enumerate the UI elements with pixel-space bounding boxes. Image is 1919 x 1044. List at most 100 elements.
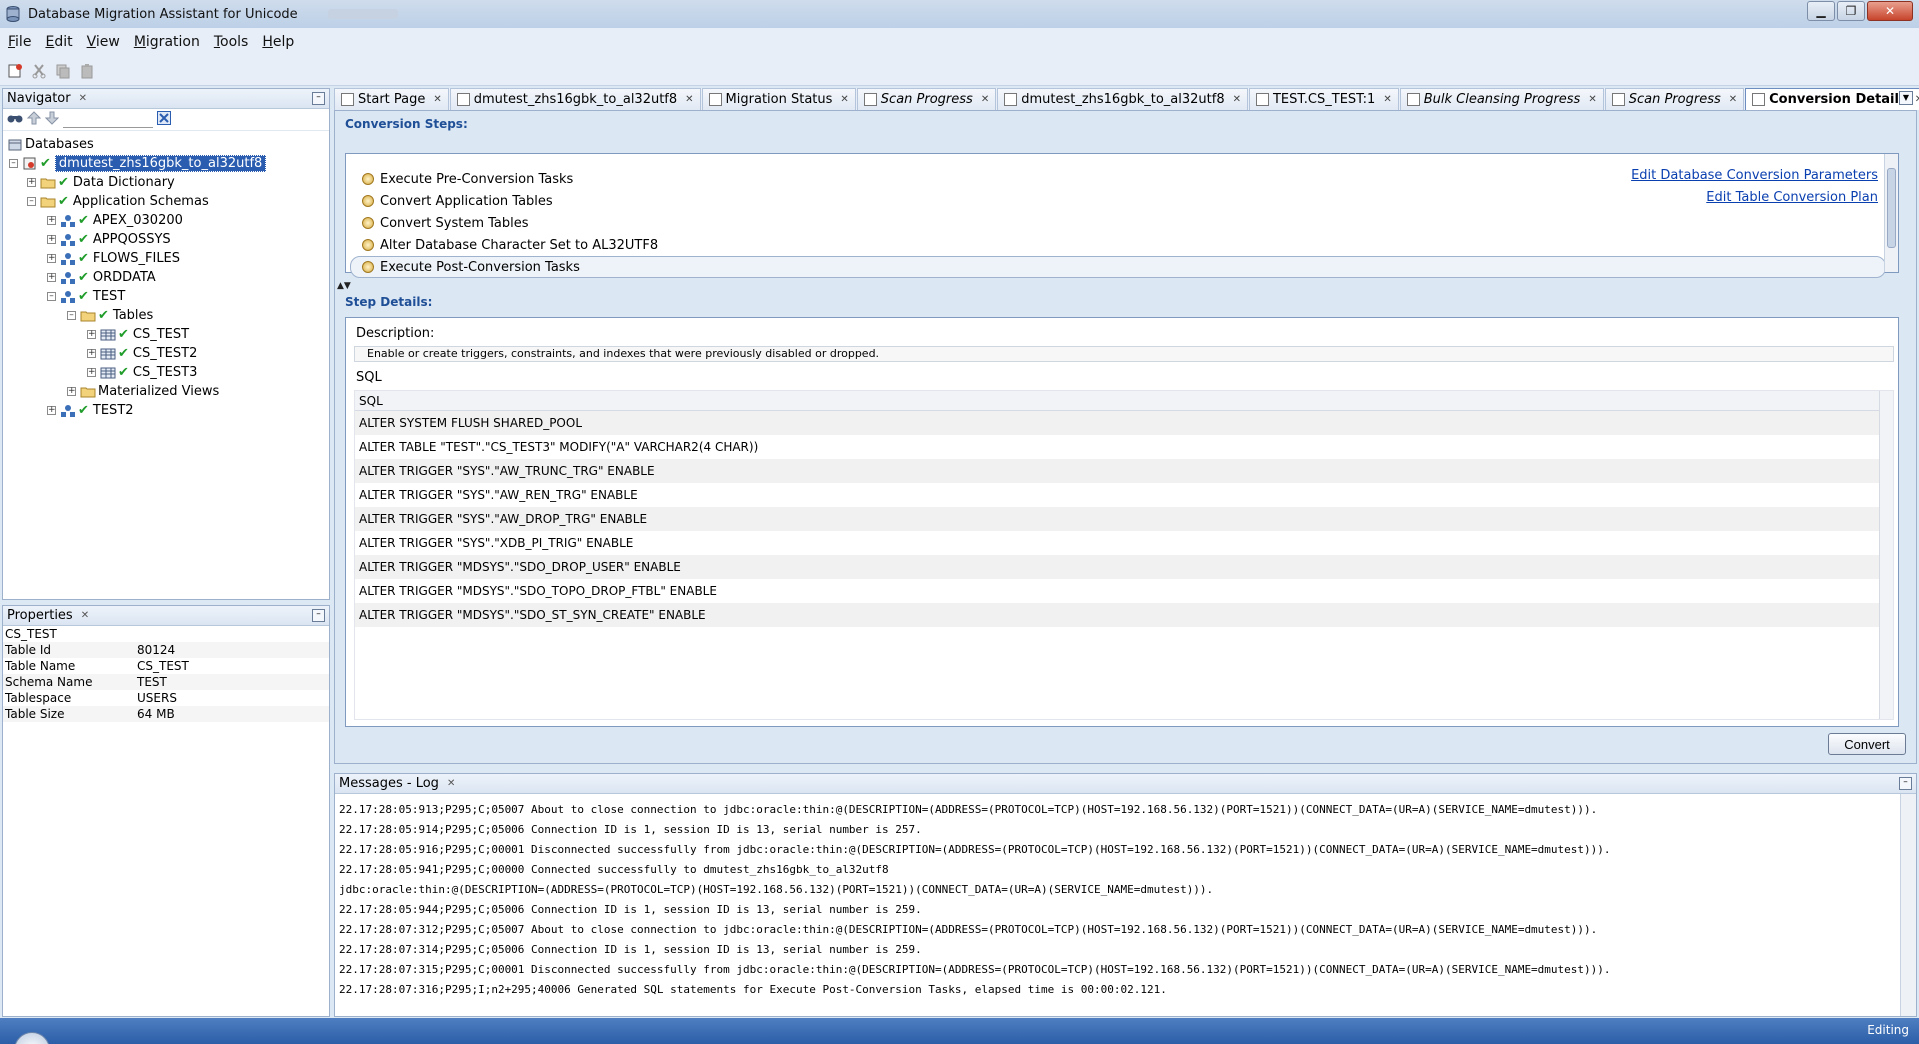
arrow-up-icon[interactable]: [26, 111, 42, 128]
close-tab-icon[interactable]: ✕: [1729, 94, 1737, 105]
new-connection-icon[interactable]: [6, 62, 24, 80]
property-row[interactable]: Table Name CS_TEST: [3, 658, 329, 674]
close-tab-icon[interactable]: ✕: [433, 94, 441, 105]
convert-button[interactable]: Convert: [1828, 733, 1906, 755]
navigator-search-input[interactable]: [63, 111, 153, 128]
start-orb-icon[interactable]: [14, 1032, 50, 1044]
sql-row[interactable]: ALTER TRIGGER "SYS"."XDB_PI_TRIG" ENABLE: [355, 531, 1893, 555]
property-row[interactable]: Table Id 80124: [3, 642, 329, 658]
close-tab-icon[interactable]: ✕: [840, 94, 848, 105]
property-key: Tablespace: [5, 691, 72, 705]
tab-start-page[interactable]: Start Page ✕: [334, 88, 449, 110]
tree-item-schema-test2[interactable]: + ✔ TEST2: [3, 401, 329, 420]
tab-list-dropdown-icon[interactable]: ▼: [1899, 91, 1913, 105]
tree-item-data-dictionary[interactable]: + ✔ Data Dictionary: [3, 173, 329, 192]
tab-scan-progress[interactable]: Scan Progress ✕: [856, 88, 997, 110]
tab-bulk-cleansing[interactable]: Bulk Cleansing Progress ✕: [1399, 88, 1604, 110]
log-scrollbar[interactable]: [1900, 794, 1916, 1016]
close-messages-icon[interactable]: ✕: [447, 778, 455, 789]
expand-icon[interactable]: +: [87, 349, 96, 358]
sql-row[interactable]: ALTER TRIGGER "MDSYS"."SDO_ST_SYN_CREATE…: [355, 603, 1893, 627]
close-tab-icon[interactable]: ✕: [1233, 94, 1241, 105]
collapse-icon[interactable]: –: [47, 292, 56, 301]
step-item[interactable]: Alter Database Character Set to AL32UTF8: [346, 234, 1898, 256]
close-tab-icon[interactable]: ✕: [1383, 94, 1391, 105]
cut-icon[interactable]: [30, 62, 48, 80]
collapse-icon[interactable]: –: [9, 159, 18, 168]
close-button[interactable]: ✕: [1867, 1, 1913, 21]
menu-migration[interactable]: Migration: [134, 34, 200, 50]
sql-scrollbar[interactable]: [1879, 391, 1893, 719]
collapse-icon[interactable]: –: [27, 197, 36, 206]
steps-scrollbar[interactable]: [1884, 154, 1898, 272]
tree-item-schema[interactable]: + ✔ APPQOSSYS: [3, 230, 329, 249]
tab-migration-status[interactable]: Migration Status ✕: [701, 88, 856, 110]
edit-table-conversion-plan-link[interactable]: Edit Table Conversion Plan: [1631, 190, 1878, 205]
minimize-panel-icon[interactable]: –: [312, 609, 325, 622]
menu-edit[interactable]: Edit: [45, 34, 72, 50]
expand-icon[interactable]: +: [47, 235, 56, 244]
tree-item-schema[interactable]: + ✔ FLOWS_FILES: [3, 249, 329, 268]
clear-search-icon[interactable]: [157, 111, 171, 128]
collapse-icon[interactable]: –: [67, 311, 76, 320]
minimize-button[interactable]: ▁: [1807, 1, 1835, 21]
close-tab-icon[interactable]: ✕: [981, 94, 989, 105]
scrollbar-thumb[interactable]: [1887, 168, 1896, 248]
expand-icon[interactable]: +: [47, 216, 56, 225]
expand-icon[interactable]: +: [47, 406, 56, 415]
tree-item-schema[interactable]: + ✔ ORDDATA: [3, 268, 329, 287]
minimize-panel-icon[interactable]: –: [312, 92, 325, 105]
menu-help[interactable]: Help: [262, 34, 294, 50]
tree-item-database[interactable]: – ✔ dmutest_zhs16gbk_to_al32utf8: [3, 154, 329, 173]
tree-root-databases[interactable]: Databases: [3, 135, 329, 154]
expand-icon[interactable]: +: [27, 178, 36, 187]
menu-tools[interactable]: Tools: [214, 34, 249, 50]
schema-icon: [60, 252, 76, 266]
expand-icon[interactable]: +: [47, 254, 56, 263]
tree-item-schema-test[interactable]: – ✔ TEST: [3, 287, 329, 306]
tree-item-table[interactable]: + ✔ CS_TEST3: [3, 363, 329, 382]
sql-row[interactable]: ALTER TRIGGER "SYS"."AW_REN_TRG" ENABLE: [355, 483, 1893, 507]
step-item[interactable]: Convert System Tables: [346, 212, 1898, 234]
sql-row[interactable]: ALTER SYSTEM FLUSH SHARED_POOL: [355, 411, 1893, 435]
close-tab-icon[interactable]: ✕: [1588, 94, 1596, 105]
tree-item-table[interactable]: + ✔ CS_TEST: [3, 325, 329, 344]
tab-database[interactable]: dmutest_zhs16gbk_to_al32utf8 ✕: [997, 88, 1248, 110]
expand-icon[interactable]: +: [87, 368, 96, 377]
find-icon[interactable]: [7, 111, 23, 128]
expand-icon[interactable]: +: [47, 273, 56, 282]
close-properties-icon[interactable]: ✕: [81, 610, 89, 621]
paste-icon[interactable]: [78, 62, 96, 80]
restore-button[interactable]: ❐: [1837, 1, 1865, 21]
property-row[interactable]: Table Size 64 MB: [3, 706, 329, 722]
arrow-down-icon[interactable]: [44, 111, 60, 128]
tab-table-cursor[interactable]: TEST.CS_TEST:1 ✕: [1248, 88, 1399, 110]
copy-icon[interactable]: [54, 62, 72, 80]
property-row[interactable]: Tablespace USERS: [3, 690, 329, 706]
minimize-panel-icon[interactable]: –: [1899, 777, 1912, 790]
expand-icon[interactable]: +: [87, 330, 96, 339]
menu-file[interactable]: File: [8, 34, 31, 50]
tree-item-materialized-views[interactable]: + Materialized Views: [3, 382, 329, 401]
tree-item-application-schemas[interactable]: – ✔ Application Schemas: [3, 192, 329, 211]
menu-view[interactable]: View: [87, 34, 120, 50]
expand-icon[interactable]: +: [67, 387, 76, 396]
edit-conversion-parameters-link[interactable]: Edit Database Conversion Parameters: [1631, 168, 1878, 183]
close-tab-icon[interactable]: ✕: [685, 94, 693, 105]
close-navigator-icon[interactable]: ✕: [79, 93, 87, 104]
sql-row[interactable]: ALTER TRIGGER "SYS"."AW_DROP_TRG" ENABLE: [355, 507, 1893, 531]
close-tab-icon[interactable]: ✕: [1915, 94, 1919, 105]
sql-column-header[interactable]: SQL: [355, 391, 1893, 411]
sql-row[interactable]: ALTER TABLE "TEST"."CS_TEST3" MODIFY("A"…: [355, 435, 1893, 459]
sql-row[interactable]: ALTER TRIGGER "SYS"."AW_TRUNC_TRG" ENABL…: [355, 459, 1893, 483]
sql-row[interactable]: ALTER TRIGGER "MDSYS"."SDO_DROP_USER" EN…: [355, 555, 1893, 579]
property-row[interactable]: Schema Name TEST: [3, 674, 329, 690]
tree-item-tables[interactable]: – ✔ Tables: [3, 306, 329, 325]
tab-scan-progress[interactable]: Scan Progress ✕: [1604, 88, 1745, 110]
sql-row[interactable]: ALTER TRIGGER "MDSYS"."SDO_TOPO_DROP_FTB…: [355, 579, 1893, 603]
step-item-selected[interactable]: Execute Post-Conversion Tasks: [350, 256, 1886, 278]
tab-conversion-details[interactable]: Conversion Details ✕: [1745, 88, 1919, 110]
tree-item-schema[interactable]: + ✔ APEX_030200: [3, 211, 329, 230]
tree-item-table[interactable]: + ✔ CS_TEST2: [3, 344, 329, 363]
tab-database[interactable]: dmutest_zhs16gbk_to_al32utf8 ✕: [449, 88, 701, 110]
